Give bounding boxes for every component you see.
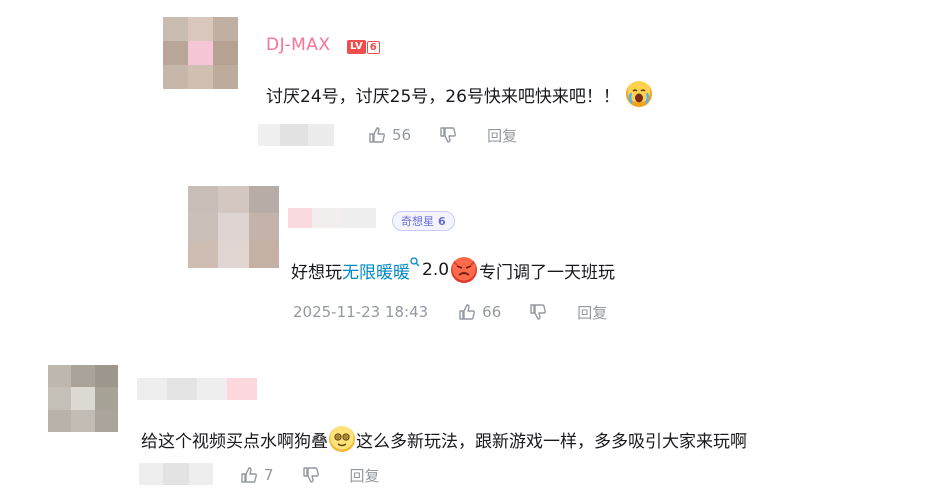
dislike-button[interactable]: [529, 303, 547, 321]
avatar[interactable]: [48, 365, 118, 432]
dislike-button[interactable]: [439, 126, 457, 144]
fan-badge[interactable]: 奇想星 6: [392, 211, 455, 231]
thumbs-up-icon: [241, 467, 257, 483]
comment-text: 好想玩 无限暖暖 2.0 专门调了一天班玩: [291, 256, 615, 284]
avatar[interactable]: [163, 17, 238, 89]
search-link[interactable]: 无限暖暖: [342, 258, 410, 283]
thumbs-up-icon: [369, 127, 385, 143]
reply-button[interactable]: 回复: [350, 465, 380, 486]
comment-time: 2025-11-23 18:43: [293, 303, 429, 321]
comment-actions: 7 回复: [240, 464, 380, 486]
thumbs-down-icon: [302, 467, 319, 483]
comment-text: 讨厌24号，讨厌25号，26号快来吧快来吧！！: [266, 80, 652, 108]
like-button[interactable]: 7: [240, 466, 274, 484]
dislike-button[interactable]: [302, 466, 320, 484]
like-button[interactable]: 66: [458, 303, 501, 321]
thumbs-down-icon: [440, 127, 457, 143]
crying-emoji: [625, 81, 652, 107]
blurred-username: [137, 378, 257, 400]
comment-actions: 56 回复: [368, 124, 517, 146]
blurred-timestamp: [139, 463, 213, 485]
level-badge: LV 6: [347, 40, 380, 54]
blurred-timestamp: [258, 124, 334, 146]
reply-button[interactable]: 回复: [577, 302, 607, 323]
blurred-username: [288, 208, 376, 228]
angry-emoji: [451, 257, 478, 283]
comment-text: 给这个视频买点水啊狗叠 这么多新玩法，跟新游戏一样，多多吸引大家来玩啊: [141, 425, 747, 453]
avatar[interactable]: [188, 186, 279, 268]
like-button[interactable]: 56: [368, 126, 411, 144]
search-icon[interactable]: [410, 256, 420, 270]
dizzy-emoji: [329, 426, 355, 452]
thumbs-down-icon: [530, 304, 547, 320]
username[interactable]: DJ-MAX: [266, 35, 331, 55]
reply-button[interactable]: 回复: [487, 125, 517, 146]
comment-actions: 2025-11-23 18:43 66 回复: [293, 301, 607, 323]
thumbs-up-icon: [459, 304, 476, 320]
